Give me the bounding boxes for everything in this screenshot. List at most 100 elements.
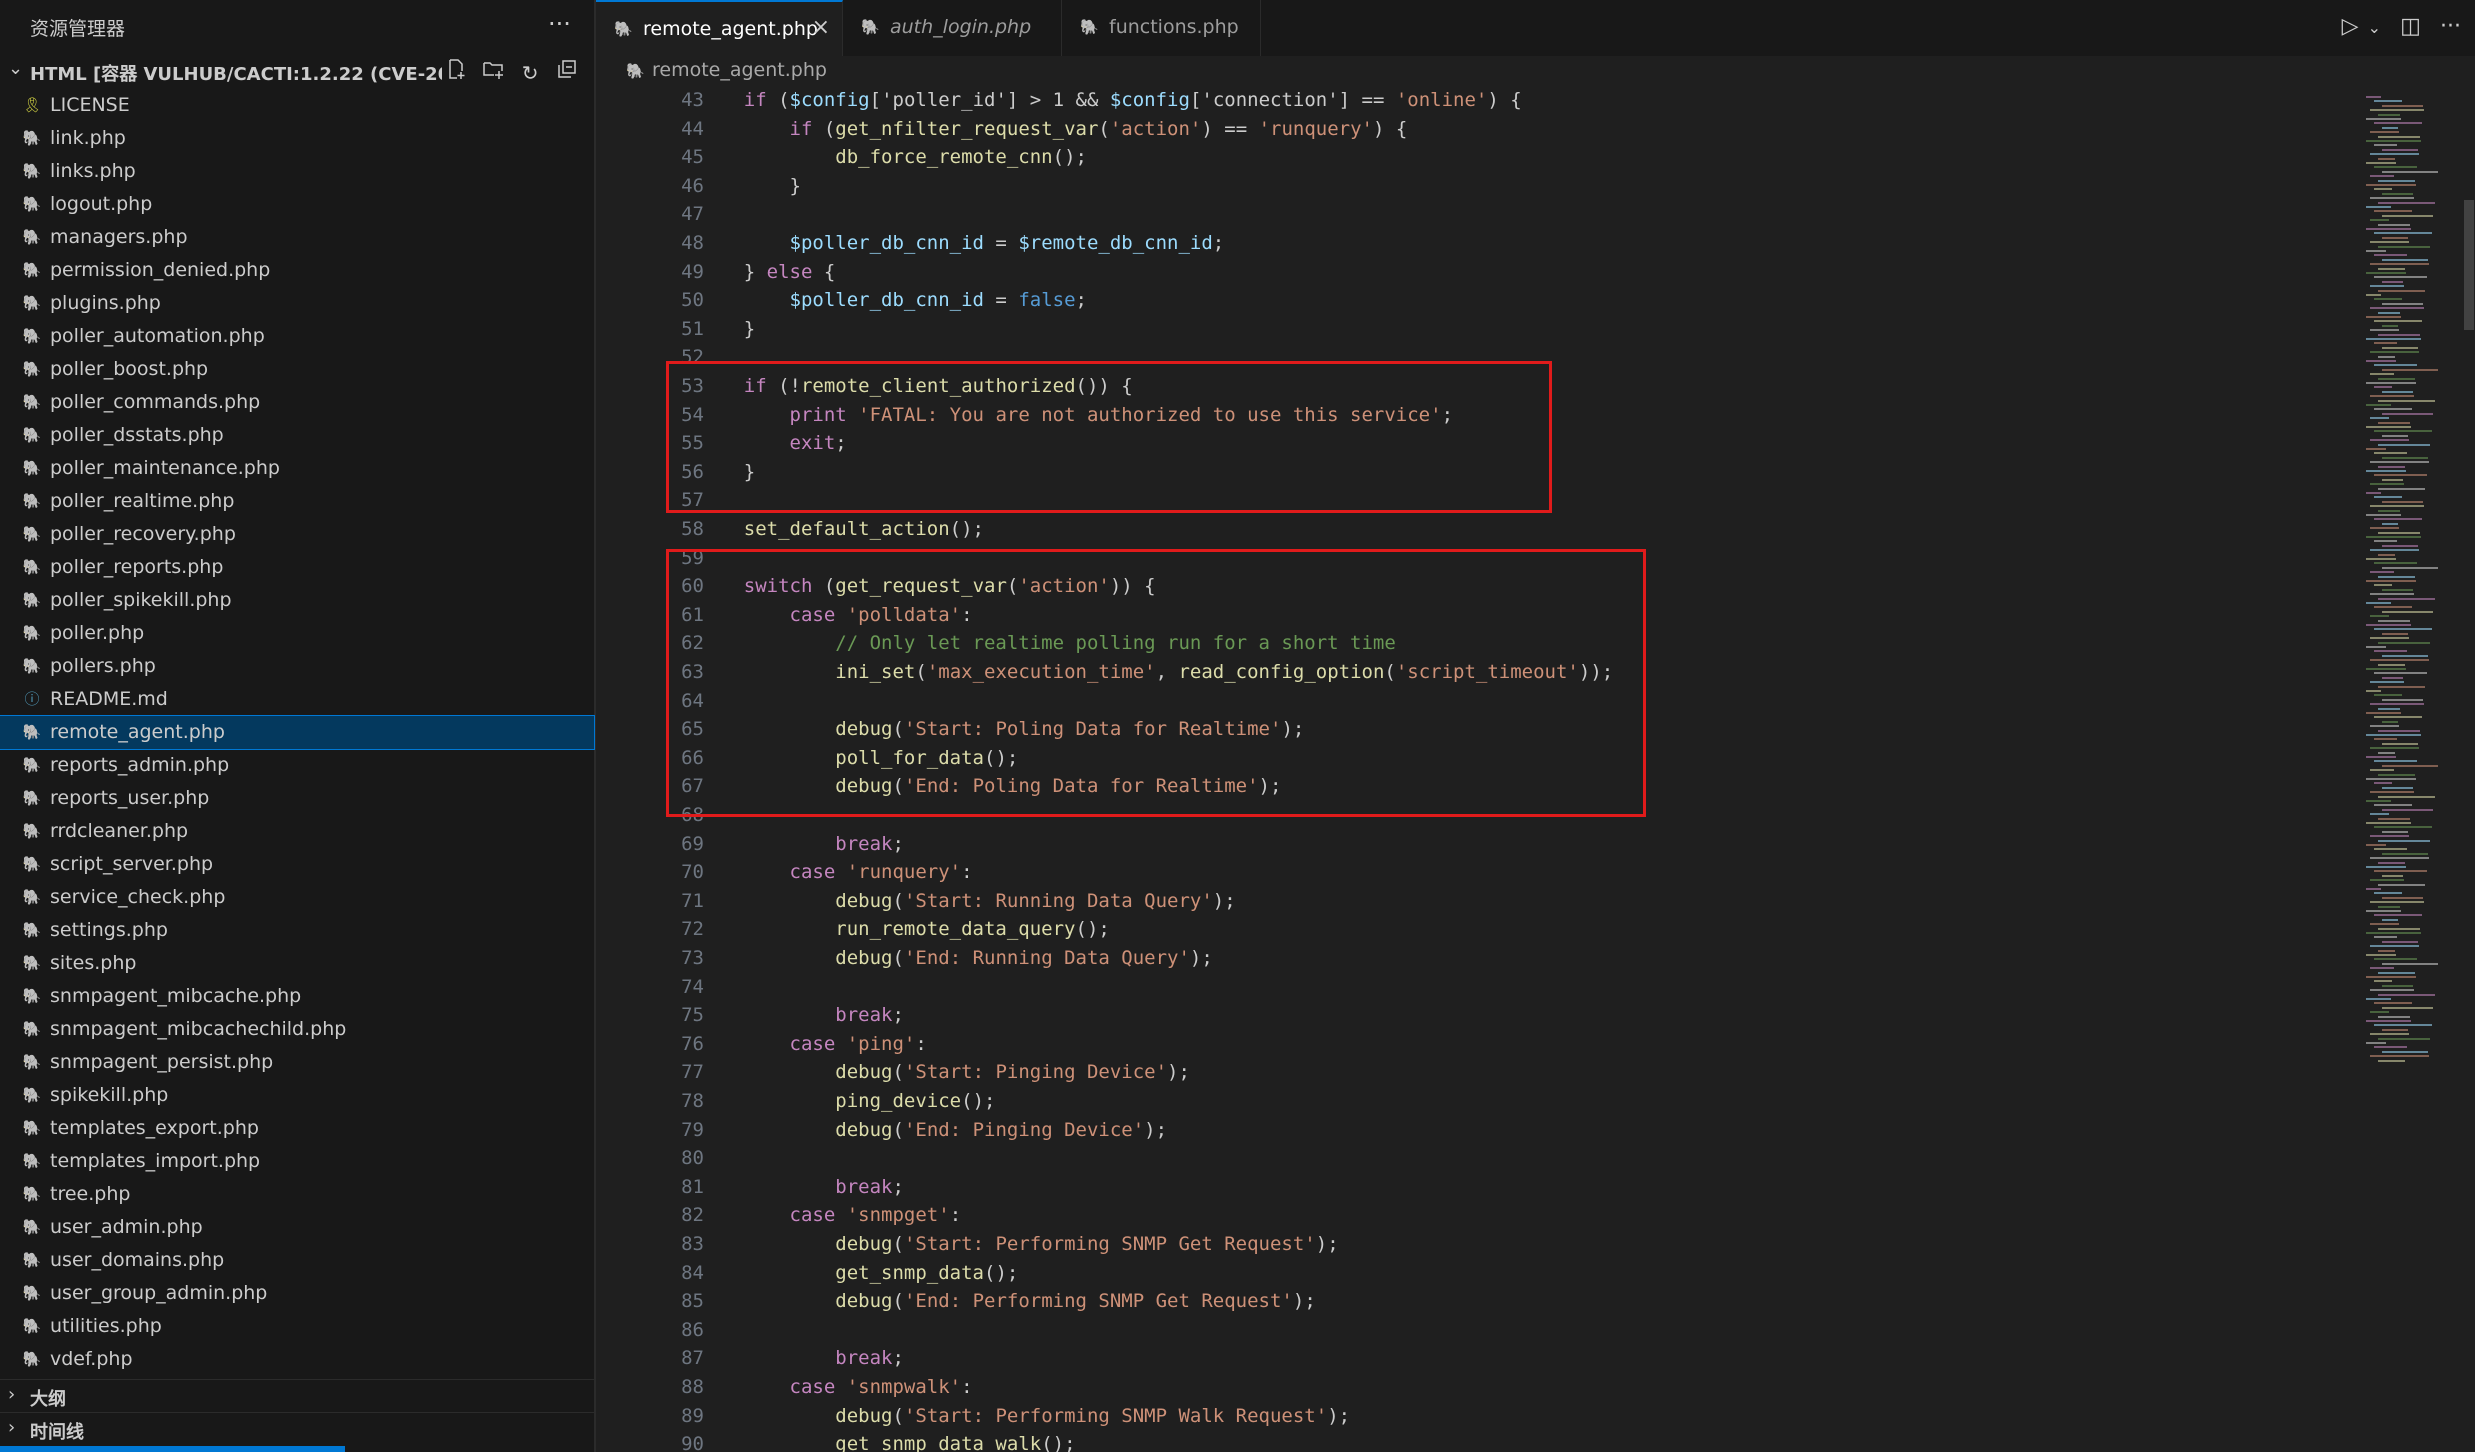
license-icon: 🎗: [22, 96, 42, 114]
file-item[interactable]: 🐘 poller_maintenance.php: [0, 452, 594, 485]
file-name: LICENSE: [50, 94, 130, 116]
code-line: 75 break;: [596, 1001, 2356, 1030]
split-editor-icon[interactable]: ◫: [2400, 14, 2421, 39]
file-item[interactable]: 🐘 poller_recovery.php: [0, 518, 594, 551]
editor-actions: ▷ ⌄ ◫ ···: [2328, 14, 2461, 39]
file-item[interactable]: 🐘 templates_import.php: [0, 1145, 594, 1178]
minimap-line: [2378, 135, 2420, 138]
info-icon: ⓘ: [24, 690, 40, 708]
file-item[interactable]: 🐘 poller_commands.php: [0, 386, 594, 419]
code-token: debug: [835, 1118, 893, 1141]
refresh-icon[interactable]: ↻: [514, 61, 546, 89]
code-token: 'snmpwalk': [846, 1376, 962, 1398]
tab-auth-login[interactable]: 🐘 auth_login.php: [843, 0, 1062, 56]
collapse-all-icon[interactable]: [551, 58, 583, 86]
code-token: ();: [1041, 1433, 1076, 1452]
file-item[interactable]: 🐘 rrdcleaner.php: [0, 815, 594, 848]
file-item[interactable]: 🐘 poller.php: [0, 617, 594, 650]
more-actions-icon[interactable]: ···: [548, 10, 571, 38]
file-item[interactable]: 🐘 tree.php: [0, 1178, 594, 1211]
new-folder-icon[interactable]: [477, 58, 509, 86]
file-item[interactable]: 🐘 user_admin.php: [0, 1211, 594, 1244]
file-item[interactable]: 🐘 poller_spikekill.php: [0, 584, 594, 617]
file-item[interactable]: 🐘 remote_agent.php: [0, 715, 595, 750]
minimap-line: [2382, 1028, 2408, 1031]
code-token: case: [789, 1032, 836, 1055]
file-item[interactable]: 🐘 settings.php: [0, 914, 594, 947]
minimap-line: [2366, 162, 2396, 164]
code-token: debug: [835, 1061, 893, 1084]
workspace-folder-header[interactable]: ⌄ HTML [容器 VULHUB/CACTI:1.2.22 (CVE-2022…: [0, 56, 594, 88]
file-name: logout.php: [50, 193, 153, 215]
minimap-line: [2374, 650, 2407, 653]
file-item[interactable]: 🐘 poller_dsstats.php: [0, 419, 594, 452]
minimap-line: [2366, 1042, 2386, 1044]
timeline-panel-header[interactable]: › 时间线: [0, 1412, 594, 1445]
code-token: ['poller_id']: [869, 89, 1030, 111]
file-item[interactable]: 🐘 utilities.php: [0, 1310, 594, 1343]
php-icon: 🐘: [22, 459, 42, 477]
file-item[interactable]: 🐘 permission_denied.php: [0, 254, 594, 287]
breadcrumb-file[interactable]: remote_agent.php: [652, 59, 827, 81]
file-item[interactable]: 🐘 snmpagent_mibcache.php: [0, 980, 594, 1013]
run-icon[interactable]: ▷: [2342, 14, 2359, 39]
minimap-line: [2382, 830, 2408, 833]
more-actions-icon[interactable]: ···: [2440, 14, 2461, 39]
minimap-line: [2382, 764, 2438, 767]
code-token: $remote_db_cnn_id: [1018, 232, 1213, 254]
file-item[interactable]: 🐘 poller_automation.php: [0, 320, 594, 353]
close-icon[interactable]: ×: [812, 15, 830, 40]
code-token: $poller_db_cnn_id: [789, 232, 984, 254]
file-item[interactable]: 🐘 reports_user.php: [0, 782, 594, 815]
minimap-line: [2366, 888, 2381, 890]
minimap-line: [2366, 800, 2391, 802]
file-item[interactable]: 🎗 LICENSE: [0, 89, 594, 122]
minimap-line: [2370, 681, 2404, 684]
php-icon: 🐘: [22, 525, 42, 543]
minimap[interactable]: [2356, 86, 2475, 1452]
file-item[interactable]: 🐘 link.php: [0, 122, 594, 155]
file-item[interactable]: 🐘 poller_reports.php: [0, 551, 594, 584]
file-item[interactable]: 🐘 logout.php: [0, 188, 594, 221]
php-icon: 🐘: [22, 1020, 42, 1038]
vertical-scrollbar[interactable]: [2464, 200, 2474, 330]
file-item[interactable]: 🐘 poller_boost.php: [0, 353, 594, 386]
minimap-line: [2374, 716, 2422, 719]
file-item[interactable]: 🐘 spikekill.php: [0, 1079, 594, 1112]
file-item[interactable]: 🐘 templates_export.php: [0, 1112, 594, 1145]
file-item[interactable]: 🐘 snmpagent_persist.php: [0, 1046, 594, 1079]
line-number: 79: [681, 1118, 704, 1141]
minimap-line: [2382, 192, 2413, 195]
minimap-line: [2370, 1055, 2429, 1058]
file-item[interactable]: 🐘 user_domains.php: [0, 1244, 594, 1277]
file-item[interactable]: 🐘 script_server.php: [0, 848, 594, 881]
tab-functions[interactable]: 🐘 functions.php: [1062, 0, 1261, 56]
chevron-down-icon[interactable]: ⌄: [2368, 18, 2381, 37]
file-item[interactable]: 🐘 managers.php: [0, 221, 594, 254]
code-line: 51 }: [596, 315, 2356, 344]
minimap-line: [2374, 276, 2427, 279]
file-item[interactable]: ⓘ README.md: [0, 683, 594, 716]
file-item[interactable]: 🐘 pollers.php: [0, 650, 594, 683]
minimap-line: [2370, 307, 2424, 310]
file-item[interactable]: 🐘 user_group_admin.php: [0, 1277, 594, 1310]
minimap-line: [2382, 412, 2433, 415]
chevron-down-icon[interactable]: ⌄: [8, 58, 23, 79]
file-item[interactable]: 🐘 reports_admin.php: [0, 749, 594, 782]
file-item[interactable]: 🐘 plugins.php: [0, 287, 594, 320]
file-item[interactable]: 🐘 vdef.php: [0, 1343, 594, 1376]
file-item[interactable]: 🐘 poller_realtime.php: [0, 485, 594, 518]
tab-remote-agent[interactable]: 🐘 remote_agent.php ×: [596, 0, 843, 56]
file-item[interactable]: 🐘 links.php: [0, 155, 594, 188]
new-file-icon[interactable]: [440, 58, 472, 86]
file-item[interactable]: 🐘 sites.php: [0, 947, 594, 980]
file-item[interactable]: 🐘 service_check.php: [0, 881, 594, 914]
minimap-line: [2366, 580, 2416, 582]
outline-panel-header[interactable]: › 大纲: [0, 1379, 594, 1412]
file-item[interactable]: 🐘 snmpagent_mibcachechild.php: [0, 1013, 594, 1046]
code-token: $config: [1109, 89, 1190, 111]
